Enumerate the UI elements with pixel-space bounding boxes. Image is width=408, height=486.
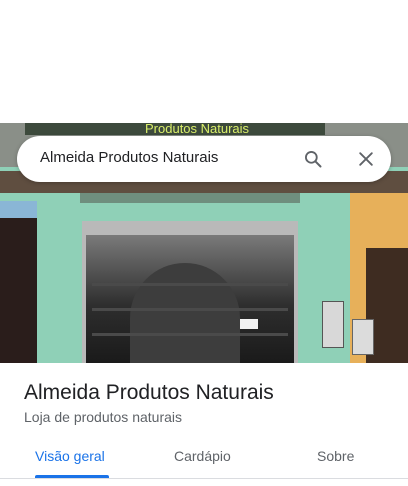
storefront-wall-left	[37, 193, 82, 363]
electric-meter	[322, 301, 344, 348]
neighbor-house-left	[0, 218, 38, 363]
place-title: Almeida Produtos Naturais	[24, 381, 274, 404]
shop-shelf	[92, 283, 288, 286]
search-input[interactable]: Almeida Produtos Naturais	[40, 149, 218, 166]
shop-interior-arch	[130, 263, 240, 363]
storefront-sign-text: Produtos Naturais	[145, 123, 250, 136]
tabs-divider	[0, 478, 408, 479]
place-category[interactable]: Loja de produtos naturais	[24, 409, 182, 425]
tab-overview[interactable]: Visão geral	[35, 448, 105, 464]
place-details-sheet: Almeida Produtos Naturais Loja de produt…	[0, 363, 408, 486]
tab-about[interactable]: Sobre	[317, 448, 354, 464]
shop-shelf	[92, 308, 288, 311]
shop-shelf	[92, 333, 288, 336]
tab-menu[interactable]: Cardápio	[174, 448, 231, 464]
search-bar[interactable]: Almeida Produtos Naturais	[17, 136, 391, 182]
awning-shadow	[80, 193, 300, 203]
shop-sticker	[240, 319, 258, 329]
electric-meter	[352, 319, 374, 355]
close-icon[interactable]	[356, 149, 376, 169]
search-icon[interactable]	[303, 149, 323, 169]
